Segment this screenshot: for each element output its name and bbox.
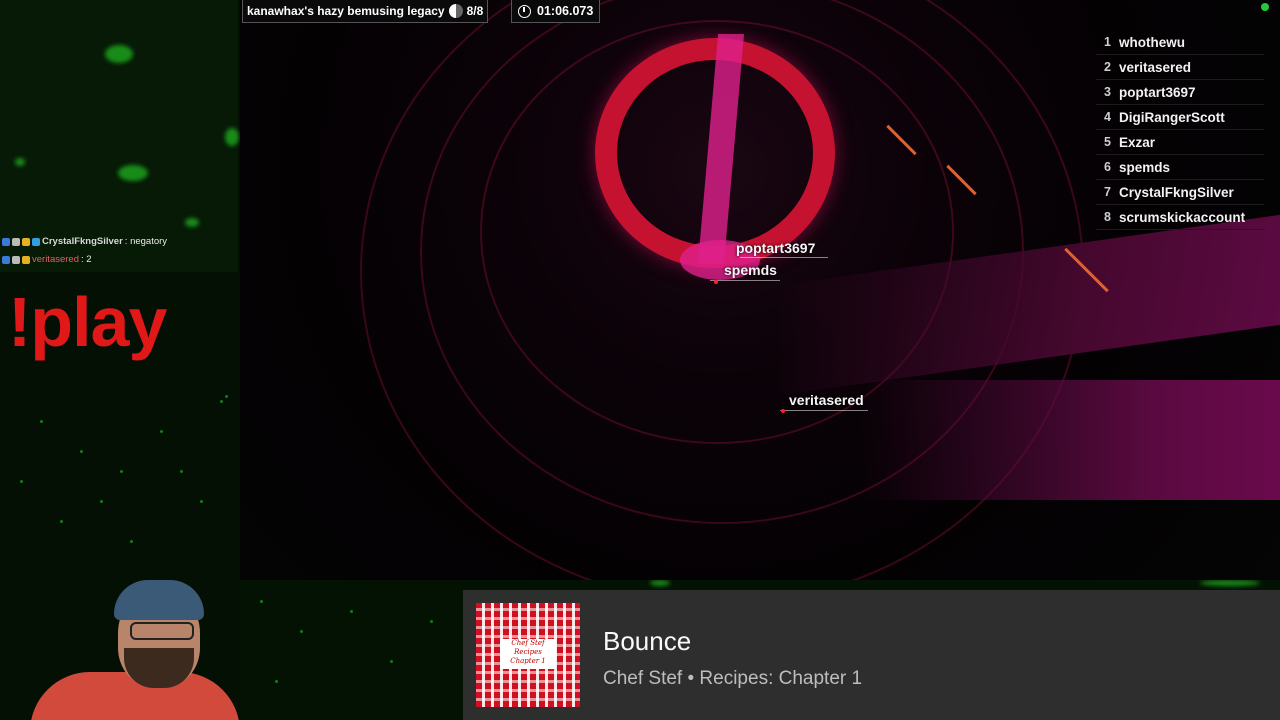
- player-name: veritasered: [1119, 59, 1192, 75]
- player-nametag: spemds: [724, 262, 777, 278]
- timer-value: 01:06.073: [537, 4, 594, 18]
- rank: 4: [1104, 110, 1111, 124]
- player-name: CrystalFkngSilver: [1119, 184, 1234, 200]
- leaderboard-row: 3 poptart3697: [1096, 80, 1264, 105]
- player-name: DigiRangerScott: [1119, 109, 1225, 125]
- leaderboard-row: 5 Exzar: [1096, 130, 1264, 155]
- badge-icon: [2, 238, 10, 246]
- album-art: Chef Stef Recipes Chapter 1: [476, 603, 580, 707]
- leaderboard-row: 8 scrumskickaccount: [1096, 205, 1264, 230]
- chat-username[interactable]: CrystalFkngSilver: [42, 233, 123, 251]
- player-name: scrumskickaccount: [1119, 209, 1246, 225]
- now-playing-card: Chef Stef Recipes Chapter 1 Bounce Chef St…: [463, 590, 1280, 720]
- rank: 5: [1104, 135, 1111, 149]
- status-indicator-icon: [1261, 3, 1269, 11]
- leaderboard-row: 2 veritasered: [1096, 55, 1264, 80]
- checkpoint-progress: 8/8: [466, 4, 484, 18]
- player-name: Exzar: [1119, 134, 1156, 150]
- stream-side-panel: CrystalFkngSilver : negatory veritasered…: [0, 0, 240, 720]
- chat-message: CrystalFkngSilver : negatory: [2, 233, 167, 251]
- player-name: spemds: [1119, 159, 1171, 175]
- player-nametag: veritasered: [789, 392, 864, 408]
- badge-icon: [12, 256, 20, 264]
- play-command-overlay: !play: [8, 283, 167, 361]
- rank: 2: [1104, 60, 1111, 74]
- leaderboard: 1 whothewu 2 veritasered 3 poptart3697 4 Dig…: [1096, 30, 1264, 230]
- song-artist-album: Chef Stef • Recipes: Chapter 1: [603, 668, 863, 689]
- rank: 1: [1104, 35, 1111, 49]
- player-marker: [781, 409, 785, 413]
- chat-box: CrystalFkngSilver : negatory veritasered…: [2, 233, 167, 269]
- level-name: kanawhax's hazy bemusing legacy: [247, 4, 445, 18]
- rank: 8: [1104, 210, 1111, 224]
- level-title-bar: kanawhax's hazy bemusing legacy 8/8: [242, 0, 489, 23]
- floor-surface: [860, 380, 1280, 500]
- badge-icon: [12, 238, 20, 246]
- clock-icon: [518, 4, 531, 18]
- player-marker: [714, 280, 718, 284]
- streamer-webcam: [30, 570, 240, 720]
- player-name: whothewu: [1119, 34, 1185, 50]
- chat-text: : 2: [81, 254, 92, 265]
- chat-text: : negatory: [124, 236, 168, 247]
- progress-pie-icon: [448, 4, 463, 18]
- leaderboard-row: 7 CrystalFkngSilver: [1096, 180, 1264, 205]
- badge-icon: [22, 238, 30, 246]
- badge-icon: [2, 256, 10, 264]
- chat-username[interactable]: veritasered: [32, 251, 79, 269]
- player-name: poptart3697: [1119, 84, 1196, 100]
- leaderboard-row: 6 spemds: [1096, 155, 1264, 180]
- badge-icon: [32, 238, 40, 246]
- leaderboard-row: 4 DigiRangerScott: [1096, 105, 1264, 130]
- leaderboard-row: 1 whothewu: [1096, 30, 1264, 55]
- player-nametag: poptart3697: [736, 240, 816, 256]
- badge-icon: [22, 256, 30, 264]
- particle-background: [0, 0, 239, 272]
- rank: 7: [1104, 185, 1111, 199]
- song-title: Bounce: [603, 626, 692, 656]
- chat-message: veritasered : 2: [2, 251, 167, 269]
- rank: 6: [1104, 160, 1111, 174]
- rank: 3: [1104, 85, 1111, 99]
- timer-box: 01:06.073: [511, 0, 601, 23]
